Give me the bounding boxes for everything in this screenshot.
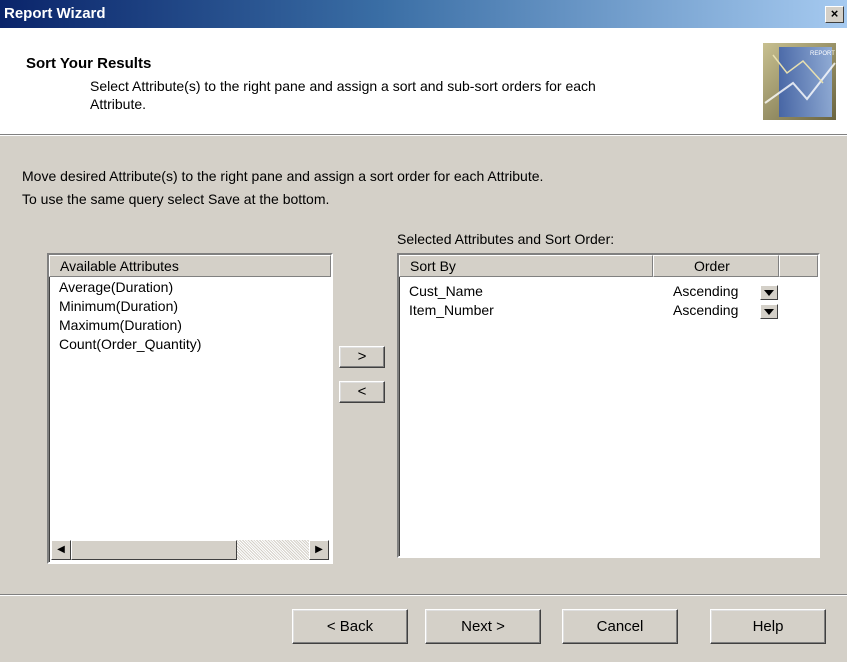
sort-row-attribute[interactable]: Cust_Name — [409, 283, 483, 299]
wizard-header: Sort Your Results Select Attribute(s) to… — [0, 28, 847, 135]
cancel-button[interactable]: Cancel — [562, 609, 678, 644]
help-button[interactable]: Help — [710, 609, 826, 644]
sort-order-value[interactable]: Ascending — [673, 283, 738, 299]
header-divider — [0, 135, 847, 136]
horizontal-scrollbar[interactable]: ◀ ▶ — [51, 540, 329, 560]
list-item[interactable]: Average(Duration) — [59, 279, 173, 295]
sort-order-value[interactable]: Ascending — [673, 302, 738, 318]
report-wizard-image: REPORT — [763, 43, 836, 120]
selected-attributes-label: Selected Attributes and Sort Order: — [397, 231, 615, 247]
back-button[interactable]: < Back — [292, 609, 408, 644]
sort-row-attribute[interactable]: Item_Number — [409, 302, 494, 318]
page-title: Sort Your Results — [26, 55, 152, 72]
available-attributes-list[interactable]: Available Attributes Average(Duration) M… — [47, 253, 333, 564]
list-item[interactable]: Count(Order_Quantity) — [59, 336, 201, 352]
order-dropdown-icon[interactable] — [760, 285, 778, 300]
page-description-line2: Attribute. — [90, 96, 147, 112]
scroll-thumb[interactable] — [71, 540, 237, 560]
selected-attributes-list[interactable]: Sort By Order Cust_Name Ascending Item_N… — [397, 253, 820, 558]
empty-column-header — [779, 255, 818, 277]
order-column-header[interactable]: Order — [653, 255, 779, 277]
list-item[interactable]: Maximum(Duration) — [59, 317, 182, 333]
scroll-right-button[interactable]: ▶ — [309, 540, 329, 560]
available-attributes-header[interactable]: Available Attributes — [49, 255, 331, 277]
report-image-caption: REPORT — [810, 51, 835, 57]
page-description: Select Attribute(s) to the right pane an… — [90, 78, 596, 94]
next-button[interactable]: Next > — [425, 609, 541, 644]
instruction-text-2: To use the same query select Save at the… — [22, 191, 330, 207]
footer-divider — [0, 594, 847, 596]
remove-attribute-button[interactable]: < — [339, 381, 385, 403]
sort-by-column-header[interactable]: Sort By — [399, 255, 653, 277]
order-dropdown-icon[interactable] — [760, 304, 778, 319]
add-attribute-button[interactable]: > — [339, 346, 385, 368]
title-bar: Report Wizard × — [0, 0, 847, 28]
close-button[interactable]: × — [825, 6, 844, 23]
list-item[interactable]: Minimum(Duration) — [59, 298, 178, 314]
scroll-left-button[interactable]: ◀ — [51, 540, 71, 560]
window-title: Report Wizard — [4, 5, 106, 22]
instruction-text-1: Move desired Attribute(s) to the right p… — [22, 168, 544, 184]
